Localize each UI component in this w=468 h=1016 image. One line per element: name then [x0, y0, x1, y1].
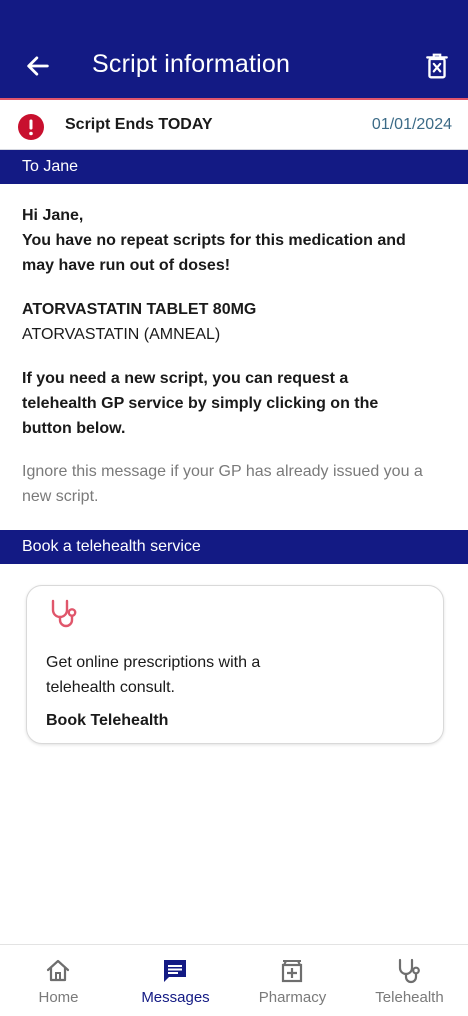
section-header-book: Book a telehealth service — [0, 530, 468, 564]
page-title: Script information — [92, 50, 291, 78]
nav-item-home[interactable]: Home — [0, 945, 117, 1016]
pharmacy-icon — [281, 960, 303, 983]
nav-label-messages: Messages — [141, 989, 210, 1006]
ignore-note: Ignore this message if your GP has alrea… — [22, 463, 423, 505]
nav-label-home: Home — [38, 989, 79, 1006]
warning-text: You have no repeat scripts for this medi… — [22, 232, 406, 274]
messages-icon — [164, 960, 186, 982]
section-header-recipient: To Jane — [0, 150, 468, 184]
nav-item-messages[interactable]: Messages — [117, 945, 234, 1016]
nav-label-telehealth: Telehealth — [375, 989, 444, 1006]
status-label: Script Ends TODAY — [65, 116, 213, 133]
drug-generic-name: ATORVASTATIN (AMNEAL) — [22, 326, 221, 343]
script-status-row: Script Ends TODAY 01/01/2024 — [0, 102, 468, 150]
bottom-navigation: Home Messages Pharmacy Telehealth — [0, 944, 468, 1016]
stethoscope-icon — [398, 958, 420, 984]
card-description: Get online prescriptions with a teleheal… — [46, 654, 261, 696]
alert-icon — [18, 114, 44, 140]
nav-label-pharmacy: Pharmacy — [258, 989, 327, 1006]
instructions-text: If you need a new script, you can reques… — [22, 370, 379, 437]
nav-item-telehealth[interactable]: Telehealth — [351, 945, 468, 1016]
nav-item-pharmacy[interactable]: Pharmacy — [234, 945, 351, 1016]
app-bar: Script information — [0, 0, 468, 100]
stethoscope-icon — [51, 599, 77, 628]
greeting-text: Hi Jane, — [22, 207, 84, 224]
delete-icon[interactable] — [424, 52, 450, 80]
home-icon — [46, 959, 70, 982]
book-telehealth-card[interactable]: Get online prescriptions with a teleheal… — [26, 585, 444, 744]
drug-name: ATORVASTATIN TABLET 80MG — [22, 301, 257, 318]
arrow-left-icon[interactable] — [24, 52, 52, 80]
script-end-date: 01/01/2024 — [371, 116, 452, 133]
book-telehealth-button[interactable]: Book Telehealth — [46, 712, 168, 730]
